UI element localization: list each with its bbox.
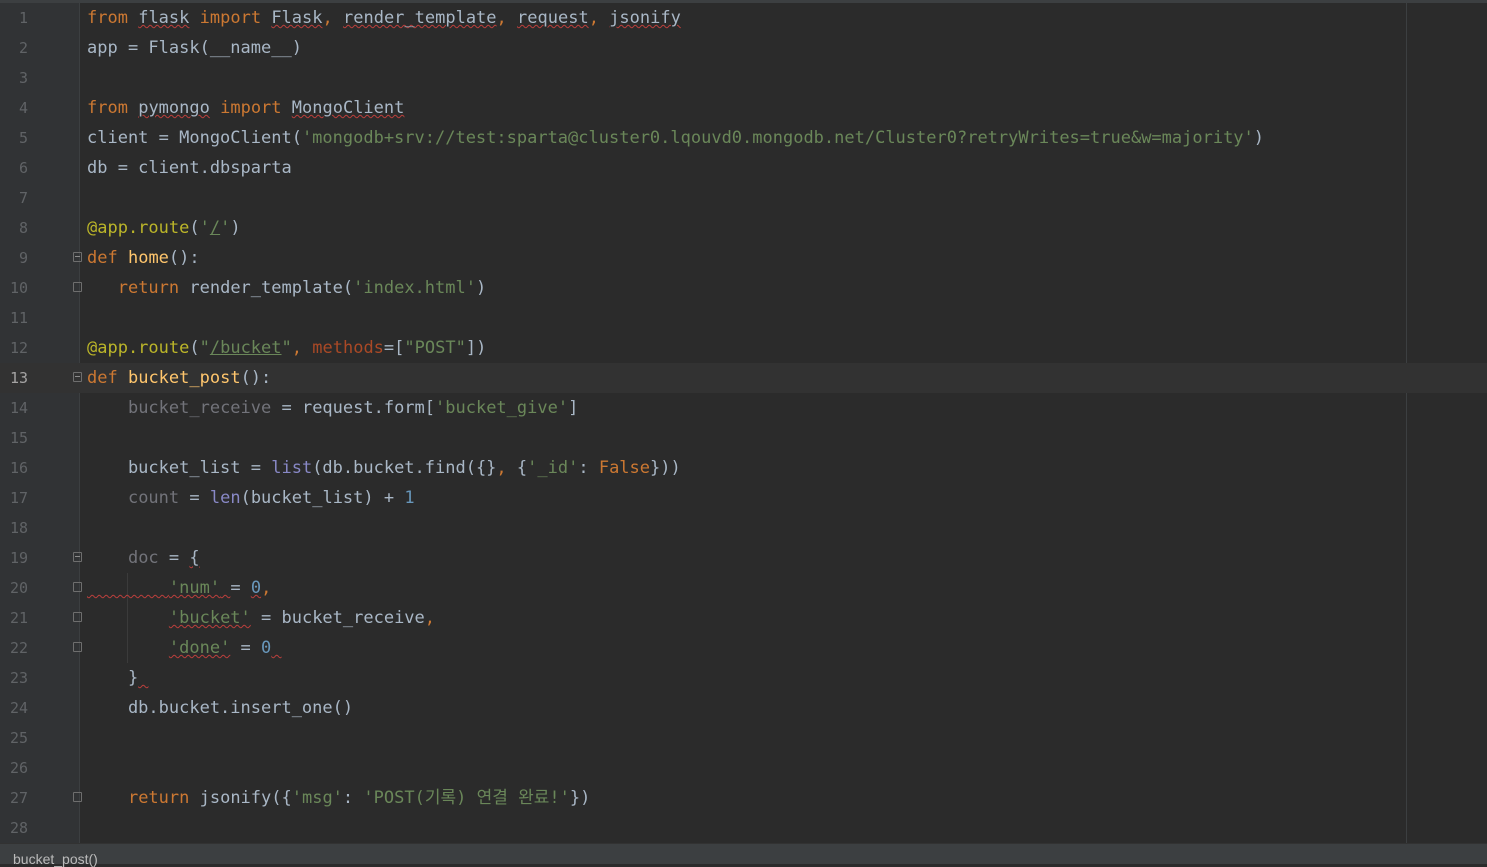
code-line[interactable]: 3 xyxy=(0,63,1487,93)
code-line[interactable]: 23 } xyxy=(0,663,1487,693)
code-line[interactable]: 16 bucket_list = list(db.bucket.find({},… xyxy=(0,453,1487,483)
code-line[interactable]: 28 xyxy=(0,813,1487,843)
line-number: 12 xyxy=(9,339,28,357)
line-number: 27 xyxy=(9,789,28,807)
line-number: 19 xyxy=(9,549,28,567)
fold-end-icon[interactable] xyxy=(73,792,82,802)
line-number: 16 xyxy=(9,459,28,477)
code-text[interactable]: bucket_list = list(db.bucket.find({}, {'… xyxy=(87,453,681,483)
code-text[interactable]: count = len(bucket_list) + 1 xyxy=(87,483,415,513)
code-text[interactable]: } xyxy=(87,663,148,693)
line-number: 8 xyxy=(18,219,28,237)
code-text[interactable]: 'num' = 0, xyxy=(87,573,271,603)
line-number: 6 xyxy=(18,159,28,177)
line-number: 7 xyxy=(18,189,28,207)
code-line[interactable]: 15 xyxy=(0,423,1487,453)
line-number: 15 xyxy=(9,429,28,447)
line-number: 18 xyxy=(9,519,28,537)
fold-end-icon[interactable] xyxy=(73,282,82,292)
fold-collapse-icon[interactable] xyxy=(73,252,82,262)
breadcrumb[interactable]: bucket_post() xyxy=(13,851,98,867)
code-line[interactable]: 20 'num' = 0, xyxy=(0,573,1487,603)
line-number: 2 xyxy=(18,39,28,57)
code-line[interactable]: 9 def home(): xyxy=(0,243,1487,273)
code-line[interactable]: 14 bucket_receive = request.form['bucket… xyxy=(0,393,1487,423)
line-number: 10 xyxy=(9,279,28,297)
code-text[interactable]: @app.route('/') xyxy=(87,213,241,243)
code-line[interactable]: 19 doc = { xyxy=(0,543,1487,573)
fold-end-icon[interactable] xyxy=(73,612,82,622)
code-line[interactable]: 6 db = client.dbsparta xyxy=(0,153,1487,183)
code-text[interactable]: app = Flask(__name__) xyxy=(87,33,302,63)
code-text[interactable]: @app.route("/bucket", methods=["POST"]) xyxy=(87,333,486,363)
line-number: 20 xyxy=(9,579,28,597)
code-line[interactable]: 22 'done' = 0 xyxy=(0,633,1487,663)
code-text[interactable]: return render_template('index.html') xyxy=(87,273,487,303)
code-line[interactable]: 2 app = Flask(__name__) xyxy=(0,33,1487,63)
code-text[interactable]: 'bucket' = bucket_receive, xyxy=(87,603,435,633)
code-line[interactable]: 4 from pymongo import MongoClient xyxy=(0,93,1487,123)
fold-end-icon[interactable] xyxy=(73,582,82,592)
code-line[interactable]: 18 xyxy=(0,513,1487,543)
line-number: 24 xyxy=(9,699,28,717)
code-text[interactable]: from pymongo import MongoClient xyxy=(87,93,404,123)
line-number: 14 xyxy=(9,399,28,417)
code-line[interactable]: 12 @app.route("/bucket", methods=["POST"… xyxy=(0,333,1487,363)
code-editor[interactable]: 1 from flask import Flask, render_templa… xyxy=(0,0,1487,843)
line-number: 23 xyxy=(9,669,28,687)
code-text[interactable]: def home(): xyxy=(87,243,200,273)
line-number: 13 xyxy=(9,369,28,387)
line-number: 25 xyxy=(9,729,28,747)
line-number: 3 xyxy=(18,69,28,87)
code-line[interactable]: 17 count = len(bucket_list) + 1 xyxy=(0,483,1487,513)
fold-collapse-icon[interactable] xyxy=(73,552,82,562)
code-text[interactable]: def bucket_post(): xyxy=(87,363,271,393)
code-line-current[interactable]: 13 def bucket_post(): xyxy=(0,363,1487,393)
line-number: 5 xyxy=(18,129,28,147)
code-line[interactable]: 7 xyxy=(0,183,1487,213)
code-text[interactable]: from flask import Flask, render_template… xyxy=(87,3,681,33)
code-line[interactable]: 27 return jsonify({'msg': 'POST(기록) 연결 완… xyxy=(0,783,1487,813)
fold-collapse-icon[interactable] xyxy=(73,372,82,382)
line-number: 26 xyxy=(9,759,28,777)
line-number: 1 xyxy=(18,9,28,27)
code-line[interactable]: 10 return render_template('index.html') xyxy=(0,273,1487,303)
code-line[interactable]: 8 @app.route('/') xyxy=(0,213,1487,243)
line-number: 21 xyxy=(9,609,28,627)
code-line[interactable]: 5 client = MongoClient('mongodb+srv://te… xyxy=(0,123,1487,153)
breadcrumb-bar: bucket_post() xyxy=(0,843,1487,867)
line-number: 4 xyxy=(18,99,28,117)
code-line[interactable]: 25 xyxy=(0,723,1487,753)
code-line[interactable]: 11 xyxy=(0,303,1487,333)
fold-end-icon[interactable] xyxy=(73,642,82,652)
code-line[interactable]: 1 from flask import Flask, render_templa… xyxy=(0,3,1487,33)
code-line[interactable]: 21 'bucket' = bucket_receive, xyxy=(0,603,1487,633)
code-text[interactable]: db.bucket.insert_one() xyxy=(87,693,353,723)
line-number: 17 xyxy=(9,489,28,507)
code-text[interactable]: doc = { xyxy=(87,543,200,573)
code-line[interactable]: 26 xyxy=(0,753,1487,783)
code-text[interactable]: 'done' = 0 xyxy=(87,633,282,663)
line-number: 9 xyxy=(18,249,28,267)
code-text[interactable]: return jsonify({'msg': 'POST(기록) 연결 완료!'… xyxy=(87,783,590,813)
code-text[interactable]: client = MongoClient('mongodb+srv://test… xyxy=(87,123,1264,153)
line-number: 22 xyxy=(9,639,28,657)
code-text[interactable]: bucket_receive = request.form['bucket_gi… xyxy=(87,393,578,423)
code-text[interactable]: db = client.dbsparta xyxy=(87,153,292,183)
line-number: 11 xyxy=(9,309,28,327)
line-number: 28 xyxy=(9,819,28,837)
code-line[interactable]: 24 db.bucket.insert_one() xyxy=(0,693,1487,723)
